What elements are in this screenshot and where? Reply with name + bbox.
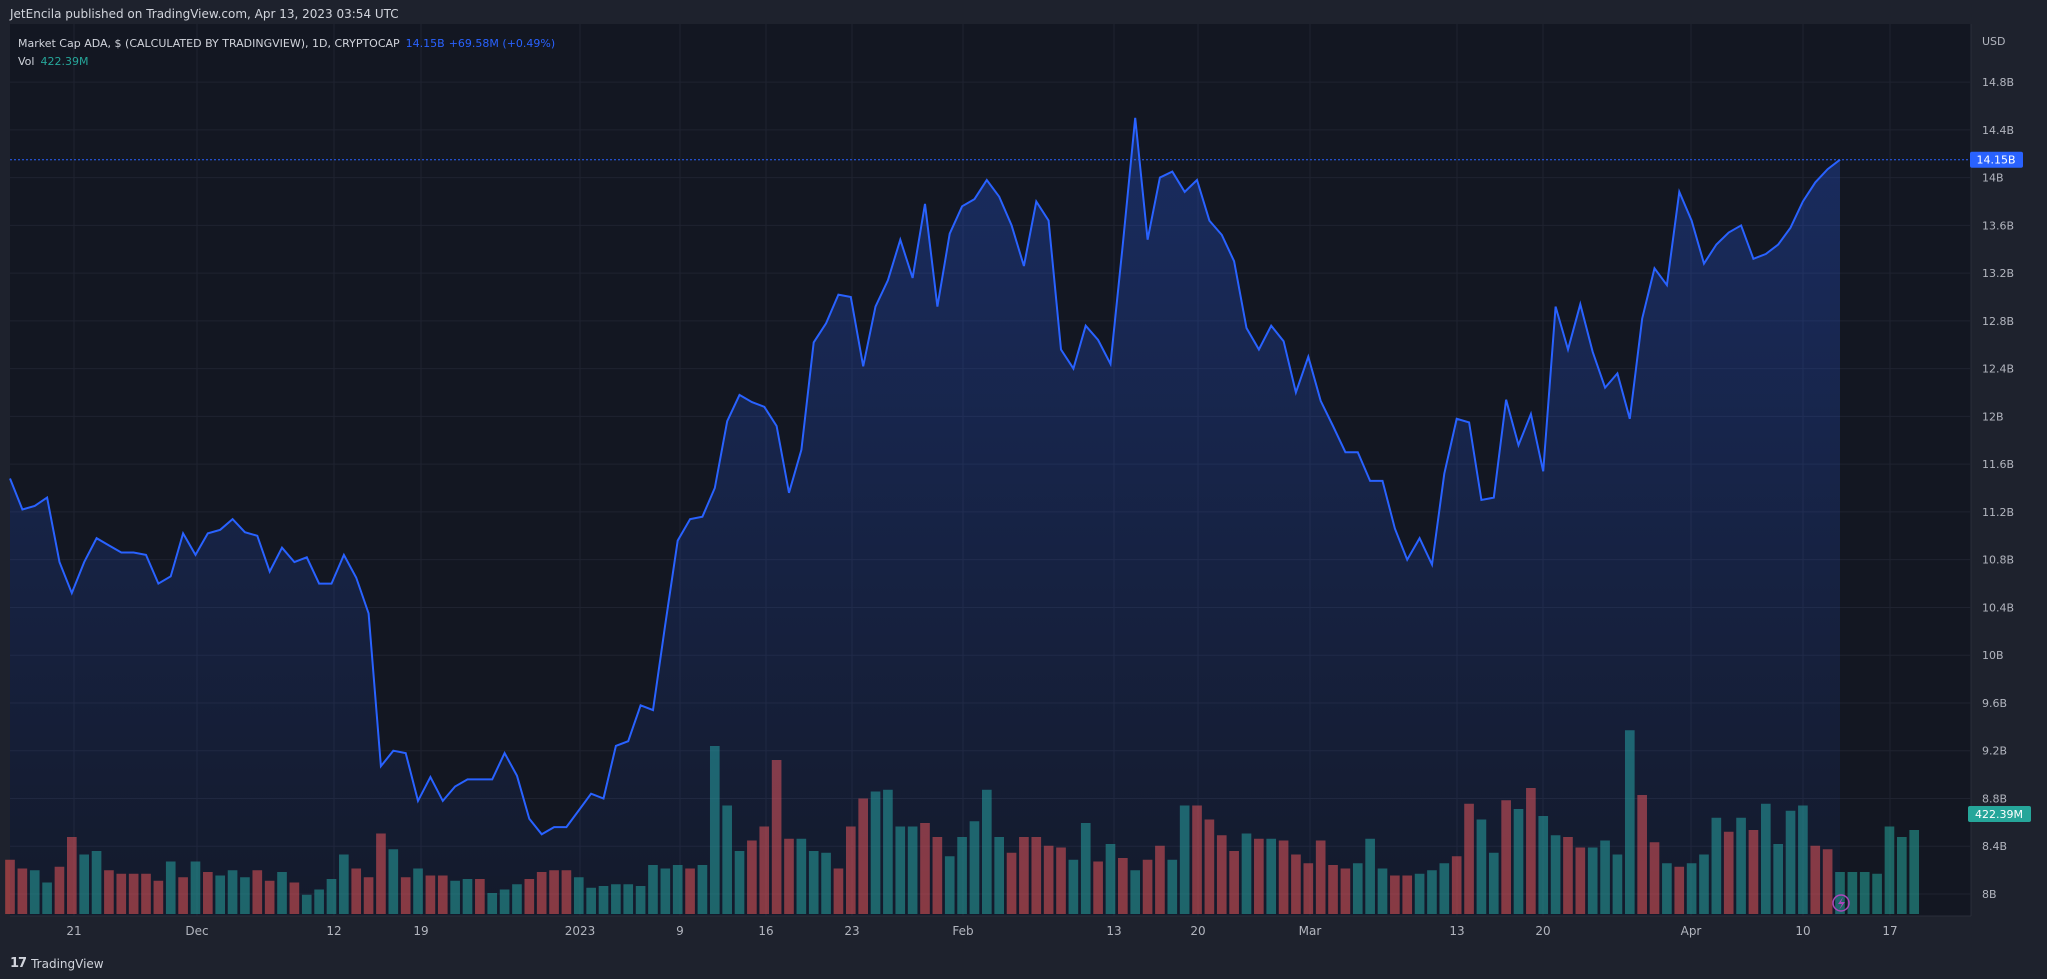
x-tick-label: 23 (844, 924, 859, 938)
volume-bar (1847, 872, 1858, 914)
y-tick-label: 8B (1982, 888, 1997, 901)
y-tick-label: 12B (1982, 410, 2004, 423)
y-tick-label: 14.8B (1982, 76, 2014, 89)
legend: Market Cap ADA, $ (CALCULATED BY TRADING… (18, 35, 555, 71)
legend-vol-value: 422.39M (40, 55, 89, 68)
y-tick-label: 11.2B (1982, 506, 2014, 519)
x-tick-label: 10 (1795, 924, 1810, 938)
x-tick-label: 20 (1535, 924, 1550, 938)
volume-bar (1884, 826, 1895, 914)
y-tick-label: 8.8B (1982, 792, 2007, 805)
legend-vol-label[interactable]: Vol (18, 55, 34, 68)
y-tick-label: 11.6B (1982, 458, 2014, 471)
price-label: 14.15B (1976, 154, 2015, 167)
x-tick-label: Dec (185, 924, 208, 938)
y-tick-label: 9.6B (1982, 697, 2007, 710)
x-tick-label: 21 (66, 924, 81, 938)
brand-name: TradingView (31, 956, 104, 971)
volume-bar (1859, 872, 1870, 914)
y-tick-label: 10.4B (1982, 601, 2014, 614)
legend-change: +69.58M (+0.49%) (448, 37, 556, 50)
x-tick-label: 20 (1190, 924, 1205, 938)
x-tick-label: 16 (758, 924, 773, 938)
y-tick-label: 14B (1982, 172, 2004, 185)
x-tick-label: 2023 (565, 924, 596, 938)
x-tick-label: Apr (1681, 924, 1702, 938)
y-tick-label: 10.8B (1982, 554, 2014, 567)
volume-bar (1897, 837, 1907, 914)
y-tick-label: 13.6B (1982, 219, 2014, 232)
volume-label: 422.39M (1975, 808, 2023, 821)
brand-footer[interactable]: 17 TradingView (10, 956, 104, 971)
y-tick-label: 12.4B (1982, 363, 2014, 376)
y-tick-label: 12.8B (1982, 315, 2014, 328)
x-tick-label: 13 (1106, 924, 1121, 938)
x-tick-label: 9 (676, 924, 684, 938)
y-axis-unit: USD (1982, 35, 2006, 48)
y-tick-label: 14.4B (1982, 124, 2014, 137)
y-tick-label: 9.2B (1982, 745, 2007, 758)
x-tick-label: Feb (952, 924, 973, 938)
y-tick-label: 13.2B (1982, 267, 2014, 280)
y-tick-label: 8.4B (1982, 840, 2007, 853)
legend-symbol[interactable]: Market Cap ADA, $ (CALCULATED BY TRADING… (18, 37, 400, 50)
volume-bar (1909, 830, 1920, 914)
x-tick-label: Mar (1299, 924, 1322, 938)
y-tick-label: 10B (1982, 649, 2004, 662)
volume-bar (1872, 873, 1882, 914)
x-tick-label: 13 (1449, 924, 1464, 938)
x-tick-label: 19 (413, 924, 428, 938)
tradingview-logo-icon: 17 (10, 956, 27, 971)
chart[interactable]: USD 14.8B 14.4B 14B 13.6B 13.2B 12.8B 12.4B 12B 1… (0, 0, 2047, 979)
x-tick-label: 17 (1882, 924, 1897, 938)
x-tick-label: 12 (326, 924, 341, 938)
legend-last: 14.15B (405, 37, 445, 50)
